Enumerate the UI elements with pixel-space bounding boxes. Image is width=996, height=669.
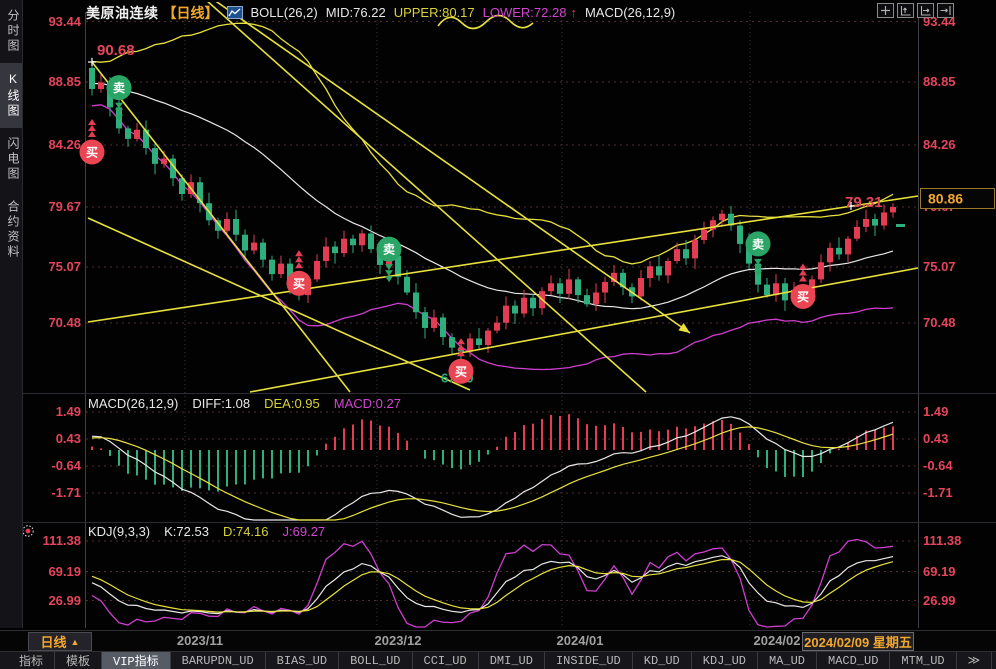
- up-arrow-icon: ↑: [570, 5, 577, 20]
- bottom-tab-bar: 指标模板VIP指标BARUPDN_UDBIAS_UDBOLL_UDCCI_UDD…: [0, 651, 996, 669]
- x-tick-label: 2023/12: [375, 633, 422, 648]
- bottom-tab-DMI_UD[interactable]: DMI_UD: [479, 652, 545, 669]
- pan-right-button[interactable]: [937, 3, 954, 18]
- period-selector-label: 日线: [41, 632, 67, 651]
- crosshair-button[interactable]: [877, 3, 894, 18]
- sidebar-item-kline-chart[interactable]: K线图: [0, 63, 22, 128]
- chart-toolbar: [877, 3, 954, 18]
- bottom-tab-KDJ_UD[interactable]: KDJ_UD: [692, 652, 758, 669]
- sidebar-item-flash-chart[interactable]: 闪电图: [0, 128, 22, 191]
- bottom-tab-模板[interactable]: 模板: [55, 652, 102, 669]
- bottom-tab-KD_UD[interactable]: KD_UD: [633, 652, 692, 669]
- symbol-title: 美原油连续: [86, 3, 159, 23]
- x-tick-label: 2024/02: [754, 633, 801, 648]
- chevron-up-icon: ▲: [71, 637, 80, 647]
- macd-dea-value: DEA:0.95: [264, 396, 320, 411]
- svg-text:买: 买: [797, 290, 809, 304]
- line-chart-icon: [227, 6, 243, 19]
- bottom-tab-BARUPDN_UD[interactable]: BARUPDN_UD: [171, 652, 266, 669]
- macd-header-label: MACD(26,12,9): [585, 5, 675, 20]
- svg-text:卖: 卖: [752, 236, 764, 251]
- x-tick-label: 2024/01: [557, 633, 604, 648]
- left-sidebar: 分时图 K线图 闪电图 合约资料: [0, 0, 23, 628]
- kdj-name: KDJ(9,3,3): [88, 524, 150, 539]
- scale-y-axis-button[interactable]: [897, 3, 914, 18]
- svg-text:79.31: 79.31: [845, 194, 883, 211]
- chart-canvas[interactable]: 90.6879.31买卖买卖67.79买卖买80.86: [0, 0, 996, 669]
- macd-panel-header: MACD(26,12,9) DIFF:1.08 DEA:0.95 MACD:0.…: [88, 396, 401, 411]
- kdj-j-value: J:69.27: [283, 524, 326, 539]
- bottom-tab-CCI_UD[interactable]: CCI_UD: [413, 652, 479, 669]
- boll-lower-value: LOWER:72.28: [483, 5, 567, 20]
- svg-text:卖: 卖: [113, 80, 125, 95]
- macd-name: MACD(26,12,9): [88, 396, 178, 411]
- bottom-tab-指标[interactable]: 指标: [8, 652, 55, 669]
- bottom-tab-≫[interactable]: ≫: [957, 652, 993, 669]
- x-axis-row: 日线 ▲ 2023/11 2023/12 2024/01 2024/02 202…: [0, 630, 996, 652]
- period-tag[interactable]: 【日线】: [163, 3, 219, 23]
- bottom-tab-MA_UD[interactable]: MA_UD: [758, 652, 817, 669]
- kdj-d-value: D:74.16: [223, 524, 269, 539]
- svg-text:买: 买: [86, 146, 98, 160]
- bottom-tab-MACD_UD[interactable]: MACD_UD: [817, 652, 890, 669]
- x-tick-label: 2023/11: [177, 633, 223, 648]
- macd-macd-value: MACD:0.27: [334, 396, 401, 411]
- bottom-tab-INSIDE_UD[interactable]: INSIDE_UD: [545, 652, 633, 669]
- boll-mid-value: MID:76.22: [326, 5, 386, 20]
- bottom-tab-MTM_UD[interactable]: MTM_UD: [890, 652, 956, 669]
- kdj-panel-header: KDJ(9,3,3) K:72.53 D:74.16 J:69.27: [88, 524, 325, 539]
- sidebar-item-time-chart[interactable]: 分时图: [0, 0, 22, 63]
- boll-upper-value: UPPER:80.17: [394, 5, 475, 20]
- svg-text:90.68: 90.68: [97, 42, 135, 59]
- bottom-tab-BIAS_UD[interactable]: BIAS_UD: [266, 652, 339, 669]
- svg-text:80.86: 80.86: [928, 191, 963, 207]
- chart-header: 美原油连续 【日线】 BOLL(26,2) MID:76.22 UPPER:80…: [86, 0, 675, 25]
- svg-text:卖: 卖: [383, 242, 395, 257]
- svg-text:买: 买: [455, 365, 467, 379]
- bottom-tab-VIP指标[interactable]: VIP指标: [102, 652, 171, 669]
- kdj-k-value: K:72.53: [164, 524, 209, 539]
- bottom-tab-BOLL_UD[interactable]: BOLL_UD: [339, 652, 412, 669]
- sidebar-item-contract-info[interactable]: 合约资料: [0, 191, 22, 269]
- period-selector[interactable]: 日线 ▲: [28, 632, 92, 651]
- scale-x-axis-button[interactable]: [917, 3, 934, 18]
- macd-diff-value: DIFF:1.08: [192, 396, 250, 411]
- current-date-badge: 2024/02/09 星期五: [802, 632, 914, 651]
- svg-text:买: 买: [293, 277, 305, 291]
- boll-label: BOLL(26,2): [251, 5, 318, 20]
- trading-app: 93.4488.8584.2679.6775.0770.481.490.43-0…: [0, 0, 996, 669]
